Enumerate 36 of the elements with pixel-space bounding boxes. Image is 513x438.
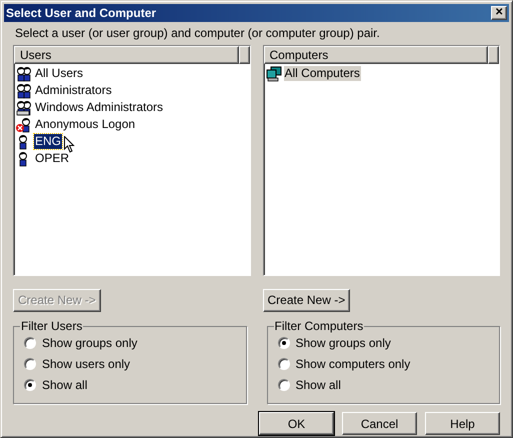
radio-button[interactable] [278,379,290,391]
radio-button[interactable] [24,358,36,370]
radio-button[interactable] [278,337,290,349]
list-item[interactable]: All Users [34,66,84,81]
user-error-icon [16,116,33,132]
radio-button[interactable] [24,379,36,391]
radio-label[interactable]: Show computers only [296,357,410,371]
dialog-button[interactable]: Help [425,412,500,435]
close-button[interactable]: ✕ [491,6,507,20]
radio-label[interactable]: Show users only [42,357,130,371]
radio-label[interactable]: Show groups only [296,336,391,350]
column-header[interactable]: Computers [264,46,488,64]
list-item[interactable]: ENG [34,134,62,149]
list-item[interactable]: Administrators [34,83,113,98]
dialog-button[interactable]: Cancel [342,412,417,435]
radio-button[interactable] [24,337,36,349]
column-header[interactable]: Users [14,46,238,64]
create-new-button[interactable]: Create New -> [262,288,350,312]
list-item[interactable]: Windows Administrators [34,100,164,115]
radio-label[interactable]: Show all [42,378,88,392]
window-title: Select User and Computer [6,6,156,20]
list-item[interactable]: OPER [34,151,70,166]
radio-label[interactable]: Show all [296,378,341,392]
user-group-icon [16,66,33,82]
list-item[interactable]: All Computers [284,66,361,81]
cursor-icon [64,136,75,153]
group-title: Filter Users [20,319,84,333]
group-title: Filter Computers [274,319,364,333]
radio-label[interactable]: Show groups only [42,336,138,350]
dialog-button[interactable]: OK [259,412,334,435]
list-item[interactable]: Anonymous Logon [34,117,136,132]
user-group-icon [16,82,33,98]
instruction-text: Select a user (or user group) and computer (or computer group) pair. [15,26,381,40]
user-group-icon [16,100,33,116]
computer-icon [266,66,282,82]
radio-button[interactable] [278,358,290,370]
